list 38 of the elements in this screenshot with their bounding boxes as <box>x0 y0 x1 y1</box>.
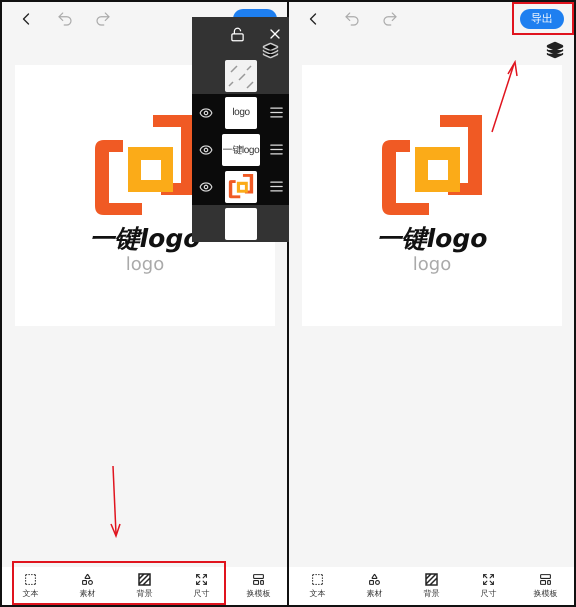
text-icon <box>311 573 324 586</box>
layers-icon[interactable] <box>546 41 564 59</box>
logo-subtitle: logo <box>126 254 164 276</box>
logo-subtitle: logo <box>412 254 452 276</box>
drag-handle-icon[interactable] <box>268 105 284 120</box>
drag-handle-icon[interactable] <box>268 142 284 157</box>
toolbar-button[interactable]: 素材 <box>346 567 403 605</box>
text-icon <box>24 573 37 586</box>
toolbar-button[interactable]: 背景 <box>116 567 173 605</box>
toolbar-button[interactable]: 文本 <box>2 567 59 605</box>
layers-icon[interactable] <box>262 42 279 59</box>
toolbar-button[interactable]: 换模板 <box>230 567 287 605</box>
toolbar-button[interactable]: 尺寸 <box>460 567 517 605</box>
toolbar-button[interactable]: 文本 <box>289 567 346 605</box>
shapes-icon <box>81 573 94 586</box>
drag-handle-icon[interactable] <box>268 179 284 194</box>
shapes-icon <box>368 573 381 586</box>
template-icon <box>252 573 265 586</box>
toolbar-button[interactable]: 背景 <box>403 567 460 605</box>
transparent-pattern-icon <box>225 60 257 92</box>
template-icon <box>539 573 552 586</box>
eye-icon[interactable] <box>198 180 212 194</box>
expand-icon <box>482 573 495 586</box>
toolbar-button[interactable]: 换模板 <box>517 567 574 605</box>
layer-thumbnail[interactable]: 一键logo <box>222 134 260 166</box>
toolbar-button[interactable]: 尺寸 <box>173 567 230 605</box>
expand-icon <box>195 573 208 586</box>
hatched-square-icon <box>425 573 438 586</box>
layer-thumbnail[interactable] <box>225 170 257 202</box>
unlock-icon[interactable] <box>230 27 245 42</box>
layer-thumbnail[interactable] <box>225 208 257 240</box>
eye-icon[interactable] <box>198 142 212 156</box>
logo-title: 一键logo <box>376 224 488 254</box>
layer-thumbnail[interactable]: logo <box>225 96 257 128</box>
hatched-square-icon <box>138 573 151 586</box>
toolbar-button[interactable]: 素材 <box>59 567 116 605</box>
export-button[interactable]: 导出 <box>520 8 564 28</box>
eye-icon[interactable] <box>198 106 212 120</box>
